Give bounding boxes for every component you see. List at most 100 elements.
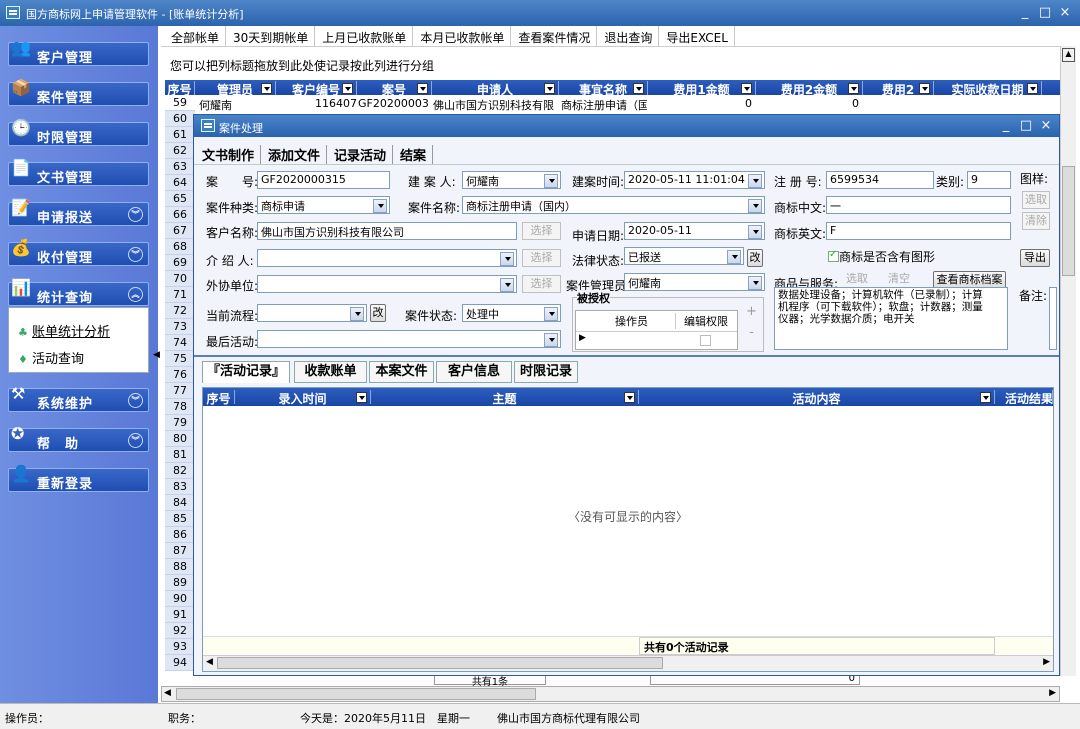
col-header[interactable]: 序号 — [165, 81, 195, 97]
scroll-right-icon[interactable]: ▶ — [1043, 657, 1050, 667]
tab-exit-query[interactable]: 退出查询 — [597, 26, 660, 46]
row-number[interactable]: 66 — [165, 207, 195, 223]
edit-checkbox[interactable] — [700, 335, 711, 346]
row-number[interactable]: 91 — [165, 607, 195, 623]
maximize-button[interactable]: □ — [1036, 4, 1054, 22]
type-select[interactable]: 商标申请 — [257, 196, 390, 214]
name-select[interactable]: 商标注册申请（国内） — [462, 196, 765, 214]
apply-date-field[interactable]: 2020-05-11 — [624, 222, 765, 240]
client-field[interactable]: 佛山市国方识别科技有限公司 — [257, 222, 517, 240]
row-number[interactable]: 65 — [165, 191, 195, 207]
menu-record[interactable]: 记录活动 — [334, 145, 394, 164]
last-activity-select[interactable] — [257, 330, 561, 348]
menu-doc[interactable]: 文书制作 — [202, 145, 262, 164]
remark-field[interactable] — [1049, 287, 1057, 350]
row-number[interactable]: 75 — [165, 351, 195, 367]
graphic-checkbox[interactable]: 商标是否含有图形 — [828, 248, 935, 265]
row-number[interactable]: 68 — [165, 239, 195, 255]
tab-export-excel[interactable]: 导出EXCEL — [659, 26, 735, 46]
sidebar-item-5[interactable]: 💰 收付管理 ︾ — [8, 238, 149, 266]
tab-files[interactable]: 本案文件 — [369, 361, 434, 383]
row-number[interactable]: 60 — [165, 111, 195, 127]
row-number[interactable]: 64 — [165, 175, 195, 191]
row-number[interactable]: 71 — [165, 287, 195, 303]
intro-select-button[interactable]: 选择 — [522, 249, 561, 267]
col-header[interactable]: 客户编号 — [276, 81, 357, 97]
sidebar-item-8[interactable]: ✪ 帮 助 ︾ — [8, 424, 149, 452]
scroll-thumb[interactable] — [217, 657, 663, 669]
scroll-up-icon[interactable]: ▲ — [1062, 48, 1075, 62]
legal-select[interactable]: 已报送 — [624, 247, 744, 265]
creator-select[interactable]: 何耀南 — [462, 171, 561, 189]
scroll-thumb[interactable] — [176, 688, 536, 700]
col-header[interactable]: 费用2 — [863, 81, 934, 97]
row-number[interactable]: 67 — [165, 223, 195, 239]
row-number[interactable]: 69 — [165, 255, 195, 271]
chevron-down-icon[interactable]: ︾ — [128, 247, 143, 262]
minimize-button[interactable]: _ — [1016, 4, 1034, 22]
scroll-left-icon[interactable]: ◀ — [206, 657, 213, 667]
row-number[interactable]: 61 — [165, 127, 195, 143]
tab-this-month[interactable]: 本月已收款帐单 — [413, 26, 512, 46]
main-hscrollbar[interactable]: ◀ ▶ — [161, 686, 1060, 702]
select-image-button[interactable]: 选取 — [1022, 191, 1050, 209]
col-header[interactable]: 管理员 — [195, 81, 276, 97]
sidebar-item-4[interactable]: 📝 申请报送 ︾ — [8, 198, 149, 226]
scroll-left-icon[interactable]: ◀ — [164, 688, 171, 698]
sidebar-item-1[interactable]: 📦 案件管理 — [8, 78, 149, 106]
status-select[interactable]: 处理中 — [462, 304, 561, 322]
coop-select-button[interactable]: 选择 — [522, 275, 561, 293]
flow-select[interactable] — [257, 304, 367, 322]
col-header[interactable]: 申请人 — [432, 81, 559, 97]
row-number[interactable]: 72 — [165, 303, 195, 319]
client-select-button[interactable]: 选择 — [522, 222, 561, 240]
sub-item-bill-analysis[interactable]: ♣ 账单统计分析 — [18, 321, 110, 340]
sidebar-item-7[interactable]: ⚒ 系统维护 ︾ — [8, 384, 149, 412]
remove-auth-button[interactable]: - — [744, 325, 759, 340]
col-header[interactable]: 活动内容 — [639, 390, 995, 406]
row-number[interactable]: 81 — [165, 447, 195, 463]
row-number[interactable]: 86 — [165, 527, 195, 543]
scroll-thumb[interactable] — [1062, 166, 1075, 276]
row-number[interactable]: 84 — [165, 495, 195, 511]
tab-deadlines[interactable]: 时限记录 — [514, 361, 578, 383]
row-number[interactable]: 82 — [165, 463, 195, 479]
sidebar-item-3[interactable]: 📄 文书管理 — [8, 158, 149, 186]
row-number[interactable]: 88 — [165, 559, 195, 575]
row-number[interactable]: 90 — [165, 591, 195, 607]
clear-image-button[interactable]: 清除 — [1022, 212, 1050, 230]
coop-select[interactable] — [257, 275, 517, 293]
row-number[interactable]: 59 — [165, 95, 195, 111]
goods-textarea[interactable]: 数据处理设备；计算机软件（已录制）；计算机程序（可下载软件）；软盘；计数器；测量… — [774, 287, 1008, 350]
cn-field[interactable]: 一 — [826, 196, 1011, 214]
sidebar-item-2[interactable]: 🕒 时限管理 — [8, 118, 149, 146]
row-number[interactable]: 85 — [165, 511, 195, 527]
en-field[interactable]: F — [826, 222, 1011, 240]
sidebar-item-9[interactable]: 👤 重新登录 — [8, 464, 149, 492]
menu-close-case[interactable]: 结案 — [400, 145, 434, 164]
row-number[interactable]: 70 — [165, 271, 195, 287]
dialog-close-button[interactable]: × — [1037, 117, 1055, 135]
sidebar-item-0[interactable]: 👥 客户管理 — [8, 38, 149, 66]
row-number[interactable]: 94 — [165, 655, 195, 671]
flow-change-button[interactable]: 改 — [370, 304, 386, 322]
row-number[interactable]: 80 — [165, 431, 195, 447]
row-number[interactable]: 74 — [165, 335, 195, 351]
col-header[interactable]: 事宜名称 — [559, 81, 648, 97]
col-header[interactable]: 费用1金额 — [648, 81, 756, 97]
row-number[interactable]: 79 — [165, 415, 195, 431]
intro-select[interactable] — [257, 249, 517, 267]
dialog-maximize-button[interactable]: □ — [1017, 117, 1035, 135]
tab-last-month[interactable]: 上月已收款账单 — [315, 26, 414, 46]
tab-view-case[interactable]: 查看案件情况 — [511, 26, 598, 46]
row-number[interactable]: 83 — [165, 479, 195, 495]
scroll-right-icon[interactable]: ▶ — [1049, 688, 1056, 698]
manager-select[interactable]: 何耀南 — [624, 273, 765, 291]
chevron-up-icon[interactable]: ︽ — [128, 287, 143, 302]
col-header[interactable]: 费用2金额 — [756, 81, 863, 97]
row-number[interactable]: 77 — [165, 383, 195, 399]
table-row[interactable]: 何耀南 116407 GF2020000315 佛山市国方识别科技有限 商标注册… — [195, 96, 1060, 112]
chevron-down-icon[interactable]: ︾ — [128, 393, 143, 408]
col-header[interactable]: 实际收款日期 — [934, 81, 1042, 97]
chevron-down-icon[interactable]: ︾ — [128, 207, 143, 222]
